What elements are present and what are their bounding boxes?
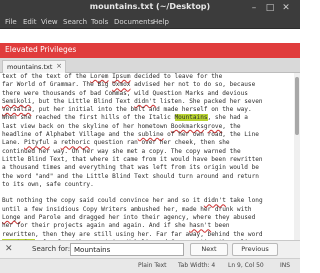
misspelled-word: Pityful — [24, 139, 50, 147]
search-match: Mountains — [174, 114, 208, 122]
tab-bar: mountains.txt × — [0, 58, 300, 73]
text-line: far World of Grammar. The Big Oxmox advi… — [2, 81, 256, 89]
text-line: headline of Alphabet Village and the sub… — [2, 131, 259, 139]
menu-documents[interactable]: Documents — [114, 18, 154, 26]
elevated-privileges-bar: Elevated Privileges — [0, 43, 300, 58]
insert-mode: INS — [280, 262, 291, 269]
misspelled-word: Bookmarksgrove — [170, 122, 223, 130]
misspelled-word: Ipsum — [112, 73, 131, 80]
text-line: until a few insidious Copy Writers ambus… — [2, 205, 252, 213]
menu-bar: File Edit View Search Tools Documents He… — [0, 17, 300, 29]
misspelled-word: hasn't — [189, 222, 212, 230]
text-line: When she reached the first hills of the … — [2, 114, 248, 122]
misspelled-word: rethoric — [60, 139, 91, 147]
text-line: a thousand times and everything that was… — [2, 164, 259, 172]
title-bar: mountains.txt (~/Desktop) – □ ✕ — [0, 0, 300, 17]
cursor-position: Ln 9, Col 50 — [228, 262, 264, 269]
search-label: Search for: — [32, 245, 71, 253]
text-line: last view back on the skyline of her hom… — [2, 122, 241, 130]
misspelled-word: Lorem — [90, 73, 109, 80]
text-line: the word "and" and the Little Blind Text… — [2, 172, 259, 180]
misspelled-word: versalia — [2, 106, 32, 114]
menu-help[interactable]: Help — [153, 18, 169, 26]
tab-mountains[interactable]: mountains.txt × — [2, 60, 66, 73]
text-line: Lane. Pityful a rethoric question ran ov… — [2, 139, 230, 147]
vertical-scrollbar[interactable] — [294, 73, 300, 240]
text-line: there were thousands of bad Commas, wild… — [2, 89, 248, 97]
text-line: continued her way. On her way she met a … — [2, 147, 241, 155]
language-selector[interactable]: Plain Text — [138, 262, 166, 269]
menu-search[interactable]: Search — [63, 18, 87, 26]
misspelled-word: Longe — [2, 214, 21, 222]
find-bar: ✕ Search for: Next Previous — [0, 240, 300, 258]
text-line: rewritten, then they are still using her… — [2, 230, 263, 238]
text-line: versalia, put her initial into the belt … — [2, 106, 252, 114]
text-line: Little Blind Text, that where it came fr… — [2, 155, 263, 163]
text-line: to its own, safe country. — [2, 180, 94, 188]
tab-width-selector[interactable]: Tab Width: 4 — [178, 262, 215, 269]
menu-tools[interactable]: Tools — [91, 18, 108, 26]
misspelled-word: didn't — [203, 197, 226, 205]
misspelled-word: Semikoli — [2, 97, 32, 105]
text-line — [2, 189, 292, 197]
misspelled-word: Oxmox — [112, 81, 131, 89]
text-line: text of the text of the Lorem Ipsum deci… — [2, 73, 223, 80]
text-line: Semikoli, but the Little Blind Text didn… — [2, 97, 263, 105]
text-line: her for their projects again and again. … — [2, 222, 230, 230]
text-line: But nothing the copy said could convince… — [2, 197, 263, 205]
tab-label: mountains.txt — [7, 63, 53, 71]
menu-view[interactable]: View — [41, 18, 58, 26]
text-line: Longe and Parole and dragged her into th… — [2, 214, 256, 222]
maximize-button[interactable]: □ — [264, 2, 276, 14]
scrollbar-thumb[interactable] — [295, 77, 299, 135]
previous-button[interactable]: Previous — [232, 243, 278, 256]
elevated-privileges-label: Elevated Privileges — [5, 45, 77, 54]
tab-close-icon[interactable]: × — [56, 62, 62, 70]
minimize-button[interactable]: – — [248, 2, 260, 14]
search-input[interactable] — [70, 243, 184, 256]
next-button[interactable]: Next — [190, 243, 228, 256]
misspelled-word: subline — [137, 131, 164, 139]
menu-edit[interactable]: Edit — [23, 18, 37, 26]
misspelled-word: didn't — [134, 97, 157, 105]
text-editor[interactable]: text of the text of the Lorem Ipsum deci… — [0, 73, 294, 240]
close-window-button[interactable]: ✕ — [280, 2, 292, 14]
close-icon[interactable]: ✕ — [5, 244, 15, 255]
menu-file[interactable]: File — [5, 18, 17, 26]
status-bar: Plain Text Tab Width: 4 Ln 9, Col 50 INS — [0, 258, 300, 273]
